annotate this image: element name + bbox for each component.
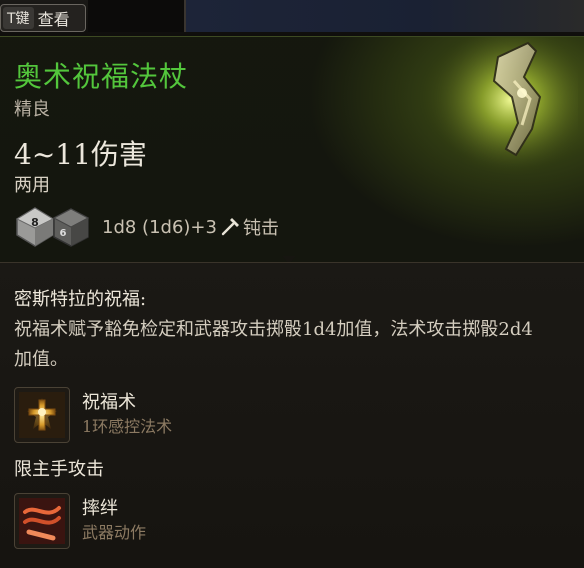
d8-die-label: 8 <box>31 216 39 229</box>
top-bar: T键 查看 <box>0 0 584 36</box>
blessing-description: 祝福术赋予豁免检定和武器攻击掷骰1d4加值，法术攻击掷骰2d4加值。 <box>14 319 533 370</box>
d6-die-icon: 6 <box>50 206 92 248</box>
bless-spell-level: 1环感控法术 <box>82 417 173 436</box>
dice-row: 8 6 1d8 (1d6)+3 钝击 <box>14 205 279 249</box>
bless-spell-name: 祝福术 <box>82 392 136 413</box>
staff-illustration <box>428 37 578 177</box>
inspect-keybind-button[interactable]: T键 查看 <box>0 4 86 32</box>
damage-type: 钝击 <box>242 218 279 239</box>
d6-die-label: 6 <box>60 228 67 239</box>
topple-action-type: 武器动作 <box>82 523 147 542</box>
restriction-label: 限主手攻击 <box>14 459 104 480</box>
topple-action-name: 摔绊 <box>82 498 118 519</box>
blessing-title: 密斯特拉的祝福: <box>14 289 147 310</box>
item-handedness: 两用 <box>14 175 50 196</box>
keybind-key: T键 <box>3 7 34 29</box>
bless-spell-entry[interactable]: 祝福术 1环感控法术 <box>14 387 454 443</box>
bludgeoning-icon <box>221 218 239 236</box>
item-damage: 4~11伤害 <box>14 138 147 171</box>
item-name: 奥术祝福法杖 <box>14 60 189 93</box>
keybind-label: 查看 <box>37 10 70 29</box>
topple-action-entry[interactable]: 摔绊 武器动作 <box>14 493 454 549</box>
item-rarity: 精良 <box>14 99 50 120</box>
bless-spell-icon <box>14 387 70 443</box>
topple-action-icon <box>14 493 70 549</box>
item-header: 奥术祝福法杖 精良 4~11伤害 两用 8 6 1d8 (1d6)+3 钝击 <box>0 36 584 262</box>
dice-formula: 1d8 (1d6)+3 <box>102 216 217 238</box>
top-divider <box>88 0 186 32</box>
item-details: 密斯特拉的祝福: 祝福术赋予豁免检定和武器攻击掷骰1d4加值，法术攻击掷骰2d4… <box>0 262 584 568</box>
top-strip <box>186 0 584 32</box>
